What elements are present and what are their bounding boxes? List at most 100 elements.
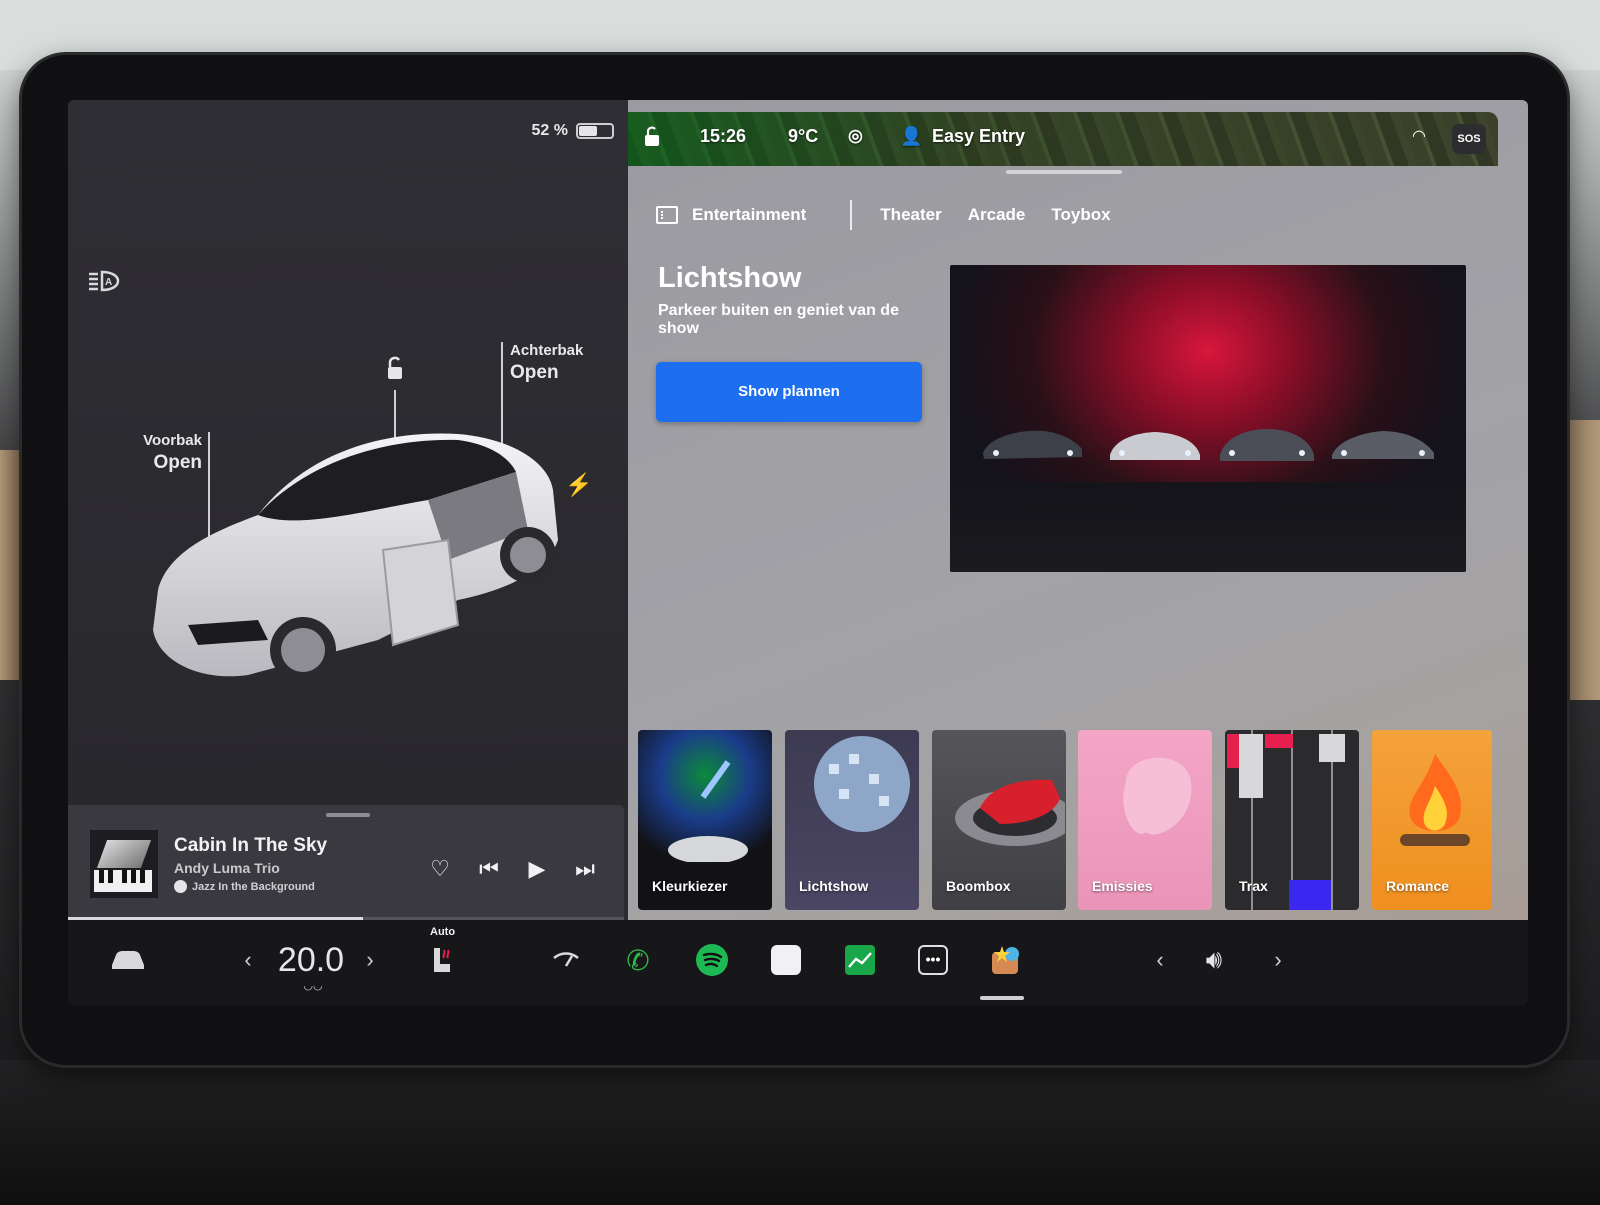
tile-emissions[interactable]: Emissies xyxy=(1078,730,1212,910)
album-art-figure xyxy=(96,840,152,868)
hero-car-3 xyxy=(1220,429,1314,461)
tab-divider xyxy=(850,200,853,230)
feature-description: Parkeer buiten en geniet van de show xyxy=(658,302,899,338)
sos-button[interactable]: SOS xyxy=(1452,124,1486,154)
track-source-label: Jazz In the Background xyxy=(192,880,315,893)
trax-key-2 xyxy=(1319,734,1345,762)
more-apps-icon[interactable]: ••• xyxy=(913,940,953,980)
red-car-icon xyxy=(955,779,1065,846)
status-bar-shade xyxy=(628,112,1498,166)
tile-label: Emissies xyxy=(1092,878,1153,894)
hero-floor xyxy=(950,482,1466,572)
driver-profile-name[interactable]: Easy Entry xyxy=(932,126,1025,147)
battery-status[interactable]: 52 % xyxy=(532,122,614,140)
car-unlock-icon[interactable] xyxy=(380,355,408,383)
play-icon[interactable]: ▶ xyxy=(523,855,551,883)
wood-trim-left xyxy=(0,450,22,680)
previous-track-icon[interactable]: ⏮ xyxy=(475,855,503,883)
toybox-app-icon[interactable] xyxy=(986,940,1026,980)
media-player[interactable]: Cabin In The Sky Andy Luma Trio Jazz In … xyxy=(68,805,624,920)
seat-glyph xyxy=(434,948,450,972)
status-bar-map: 15:26 9°C ◎ 👤 Easy Entry ◠ SOS xyxy=(628,112,1498,166)
wiper-icon[interactable] xyxy=(546,940,586,980)
cabin-temperature[interactable]: 20.0 xyxy=(270,940,352,980)
disco-ball-icon xyxy=(814,736,910,832)
favorite-heart-icon[interactable]: ♡ xyxy=(426,855,454,883)
entertainment-tabs: Entertainment Theater Arcade Toybox xyxy=(656,200,1137,230)
temp-increase-chevron-icon[interactable]: › xyxy=(360,940,380,980)
campfire-icon xyxy=(1400,754,1470,846)
tile-label: Boombox xyxy=(946,878,1011,894)
track-title: Cabin In The Sky xyxy=(174,835,328,856)
volume-up-chevron-icon[interactable]: › xyxy=(1268,940,1288,980)
track-artist: Andy Luma Trio xyxy=(174,860,280,876)
unlock-icon[interactable] xyxy=(642,126,662,148)
seat-heat-mode: Auto xyxy=(430,926,456,938)
battery-level-fill xyxy=(579,126,597,136)
hero-car-1 xyxy=(983,430,1082,459)
energy-app-icon[interactable] xyxy=(840,940,880,980)
auto-headlights-icon[interactable]: A xyxy=(86,268,122,294)
tile-label: Kleurkiezer xyxy=(652,878,728,894)
feature-title: Lichtshow xyxy=(658,262,802,294)
tile-label: Trax xyxy=(1239,878,1268,894)
next-track-icon[interactable]: ⏭ xyxy=(571,855,599,883)
hero-car-4 xyxy=(1332,431,1434,459)
temp-decrease-chevron-icon[interactable]: ‹ xyxy=(238,940,258,980)
outside-temperature: 9°C xyxy=(788,126,819,146)
battery-icon xyxy=(576,123,614,139)
driver-profile-icon[interactable]: 👤 xyxy=(900,126,922,147)
phone-icon[interactable]: ✆ xyxy=(618,940,658,980)
trax-red-key-2 xyxy=(1265,734,1293,748)
album-art-piano xyxy=(94,870,152,892)
volume-icon[interactable]: 🔊︎ xyxy=(1194,940,1234,980)
track-source: Jazz In the Background xyxy=(174,880,315,893)
tab-toybox[interactable]: Toybox xyxy=(1051,205,1110,225)
seat-vent-icons: ◡◡ xyxy=(303,979,323,992)
album-art[interactable] xyxy=(90,830,158,898)
energy-glyph xyxy=(845,945,875,975)
wood-trim-right xyxy=(1570,420,1600,700)
car-controls-icon[interactable] xyxy=(106,940,150,980)
car-panel: 52 % A Achterbak Open Voorbak Open ⚡ xyxy=(68,100,628,805)
tile-romance[interactable]: Romance xyxy=(1372,730,1492,910)
svg-text:A: A xyxy=(105,277,112,288)
trax-key-1 xyxy=(1239,734,1263,798)
trax-blue-key xyxy=(1289,880,1331,910)
manual-app-icon[interactable] xyxy=(766,940,806,980)
seat-heater-icon[interactable] xyxy=(424,940,460,980)
sentry-mode-icon[interactable]: ◎ xyxy=(848,126,863,146)
eyedropper-icon xyxy=(668,760,748,862)
media-drag-handle[interactable] xyxy=(326,813,370,817)
entertainment-label[interactable]: Entertainment xyxy=(692,205,806,225)
spotify-app-icon[interactable] xyxy=(692,940,732,980)
tile-trax[interactable]: Trax xyxy=(1225,730,1359,910)
lightshow-preview-image xyxy=(950,265,1466,572)
bottom-dock: ‹ 20.0 › ◡◡ Auto ✆ ••• ‹ 🔊︎ › xyxy=(68,920,1528,1005)
volume-down-chevron-icon[interactable]: ‹ xyxy=(1150,940,1170,980)
tile-lightshow[interactable]: Lichtshow xyxy=(785,730,919,910)
rear-trunk-button[interactable]: Achterbak Open xyxy=(510,342,583,385)
tile-boombox[interactable]: Boombox xyxy=(932,730,1066,910)
wiper-glyph xyxy=(553,952,579,967)
whoopee-cushion-icon xyxy=(1123,757,1192,835)
film-icon xyxy=(656,206,678,224)
rear-trunk-label: Achterbak xyxy=(510,342,584,359)
tab-theater[interactable]: Theater xyxy=(880,205,941,225)
clock: 15:26 xyxy=(700,126,747,146)
car-model-image xyxy=(153,433,558,683)
car-glyph xyxy=(112,951,144,969)
manual-glyph xyxy=(771,945,801,975)
entertainment-panel: 15:26 9°C ◎ 👤 Easy Entry ◠ SOS Entertain… xyxy=(628,100,1528,920)
tile-color-picker[interactable]: Kleurkiezer xyxy=(638,730,772,910)
spotify-glyph xyxy=(696,944,728,976)
tile-label: Romance xyxy=(1386,878,1450,894)
more-apps-glyph: ••• xyxy=(918,945,948,975)
tab-arcade[interactable]: Arcade xyxy=(968,205,1026,225)
plan-show-button[interactable]: Show plannen xyxy=(656,362,922,422)
battery-percent: 52 % xyxy=(531,122,568,139)
panel-drag-handle[interactable] xyxy=(1006,170,1122,174)
hero-car-2 xyxy=(1110,432,1200,460)
wifi-icon: ◠ xyxy=(1412,128,1426,145)
dock-indicator xyxy=(980,996,1024,1000)
